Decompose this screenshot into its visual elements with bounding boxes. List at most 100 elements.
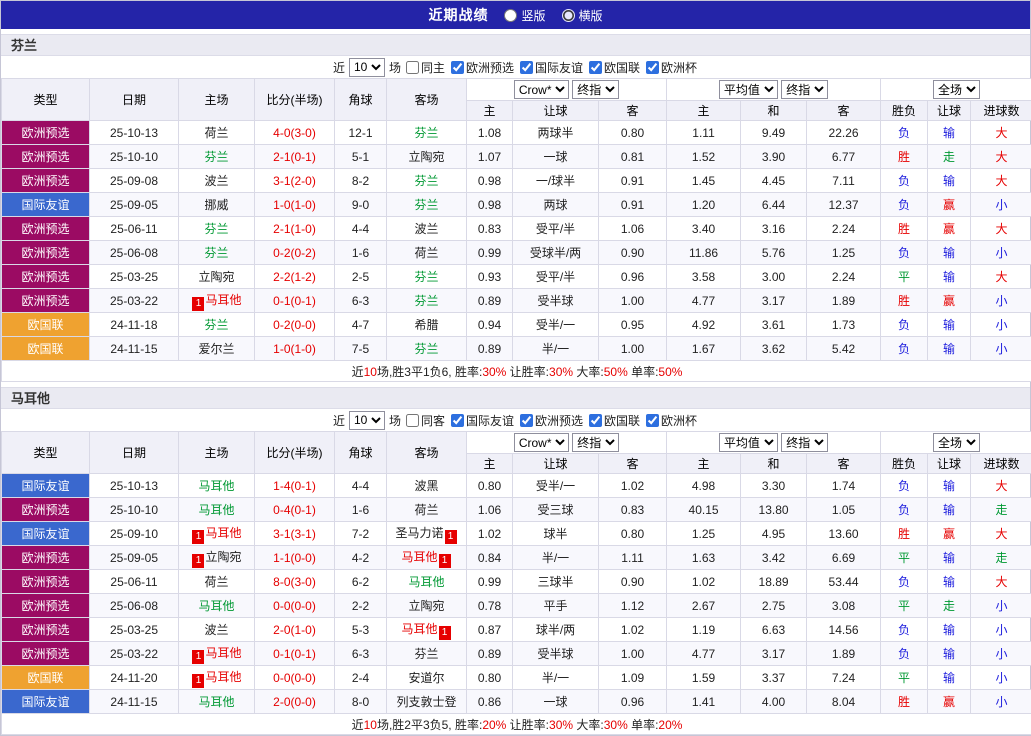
same-venue-option[interactable]: 同主 [406,59,445,76]
competition-checkbox[interactable] [646,414,659,427]
team-name: 马耳他 [401,550,437,564]
competition-checkbox[interactable] [646,61,659,74]
corner-score: 8-0 [335,690,387,714]
match-row: 欧洲预选25-03-25波兰2-0(1-0)5-3马耳他10.87球半/两1.0… [2,618,1031,642]
same-venue-option[interactable]: 同客 [406,412,445,429]
team-name: 马耳他 [205,293,241,307]
competition-option[interactable]: 国际友谊 [451,412,514,429]
view-mode-horizontal-label: 横版 [579,7,603,24]
competition-checkbox[interactable] [589,414,602,427]
red-card-badge: 1 [192,674,204,688]
team-name: 立陶宛 [408,150,444,164]
column-header: 客场 [387,432,467,474]
view-mode-horizontal[interactable]: 横版 [562,7,603,24]
column-header: 主 [467,101,513,121]
same-venue-checkbox[interactable] [406,61,419,74]
average-select-cell: 平均值 终指 [667,432,881,454]
competition-checkbox[interactable] [451,414,464,427]
result-handicap: 赢 [928,217,971,241]
odds-away: 0.96 [599,690,667,714]
corner-score: 4-4 [335,474,387,498]
competition-badge: 欧洲预选 [2,241,90,265]
summary-line: 近10场,胜3平1负6, 胜率:30% 让胜率:30% 大率:50% 单率:50… [2,361,1031,382]
filter-bar: 近 10 场 同主 欧洲预选 国际友谊 欧国联 欧洲杯 [1,56,1030,78]
result-handicap: 输 [928,570,971,594]
view-mode-vertical[interactable]: 竖版 [504,7,545,24]
competition-option[interactable]: 欧洲预选 [451,59,514,76]
avg-draw: 3.00 [741,265,807,289]
competition-option[interactable]: 欧洲杯 [646,412,697,429]
team-name: 圣马力诺 [395,526,443,540]
competition-label: 欧国联 [604,59,640,76]
result-goals: 大 [971,522,1031,546]
odds-home: 1.06 [467,498,513,522]
scope-select[interactable]: 全场 [933,80,980,99]
column-header: 胜负 [881,454,928,474]
result-outcome: 平 [881,265,928,289]
competition-option[interactable]: 欧国联 [589,412,640,429]
odds-company-select[interactable]: Crow* [514,80,569,99]
summary-value: 20% [658,718,682,732]
odds-stage-select[interactable]: 终指 [572,433,619,452]
result-outcome: 负 [881,241,928,265]
competition-label: 欧洲预选 [466,59,514,76]
home-team: 荷兰 [179,570,255,594]
competition-option[interactable]: 欧洲杯 [646,59,697,76]
handicap-line: 一球 [513,690,599,714]
avg-home: 4.77 [667,289,741,313]
odds-away: 1.00 [599,642,667,666]
match-row: 欧洲预选25-10-10芬兰2-1(0-1)5-1立陶宛1.07一球0.811.… [2,145,1031,169]
odds-away: 0.91 [599,193,667,217]
average-select[interactable]: 平均值 [719,433,778,452]
team-name: 芬兰 [414,198,438,212]
avg-draw: 5.76 [741,241,807,265]
summary-text: 场,胜3平1负6, 胜率: [377,365,482,379]
competition-checkbox[interactable] [520,414,533,427]
odds-company-select[interactable]: Crow* [514,433,569,452]
odds-home: 1.02 [467,522,513,546]
competition-option[interactable]: 国际友谊 [520,59,583,76]
match-row: 欧洲预选25-06-11芬兰2-1(1-0)4-4波兰0.83受平/半1.063… [2,217,1031,241]
summary-value: 30% [482,365,506,379]
competition-checkbox[interactable] [451,61,464,74]
competition-checkbox[interactable] [589,61,602,74]
odds-home: 0.99 [467,241,513,265]
score: 8-0(3-0) [255,570,335,594]
handicap-line: 两球半 [513,121,599,145]
team-name: 马耳他 [205,646,241,660]
recent-count-select[interactable]: 10 [349,411,385,430]
score: 0-2(0-2) [255,241,335,265]
result-goals: 小 [971,666,1031,690]
avg-stage-select[interactable]: 终指 [781,433,828,452]
competition-checkbox[interactable] [520,61,533,74]
result-handicap: 输 [928,474,971,498]
average-select[interactable]: 平均值 [719,80,778,99]
result-handicap: 输 [928,337,971,361]
column-header: 比分(半场) [255,79,335,121]
summary-text: 让胜率: [506,718,549,732]
odds-away: 1.02 [599,474,667,498]
odds-away: 0.83 [599,498,667,522]
team-name: 荷兰 [204,126,228,140]
team-name-heading: 马耳他 [1,387,1030,409]
team-name: 荷兰 [414,246,438,260]
competition-option[interactable]: 欧洲预选 [520,412,583,429]
scope-select[interactable]: 全场 [933,433,980,452]
same-venue-checkbox[interactable] [406,414,419,427]
result-handicap: 输 [928,265,971,289]
avg-stage-select[interactable]: 终指 [781,80,828,99]
away-team: 马耳他1 [387,618,467,642]
competition-option[interactable]: 欧国联 [589,59,640,76]
competition-badge: 欧洲预选 [2,498,90,522]
match-date: 25-10-13 [90,474,179,498]
header-bar: 近期战绩 竖版 横版 [1,1,1030,29]
corner-score: 12-1 [335,121,387,145]
red-card-badge: 1 [192,297,204,311]
handicap-line: 受三球 [513,498,599,522]
recent-count-select[interactable]: 10 [349,58,385,77]
odds-stage-select[interactable]: 终指 [572,80,619,99]
view-mode-vertical-radio[interactable] [504,9,517,22]
avg-away: 3.08 [807,594,881,618]
match-date: 25-03-22 [90,289,179,313]
view-mode-horizontal-radio[interactable] [562,9,575,22]
